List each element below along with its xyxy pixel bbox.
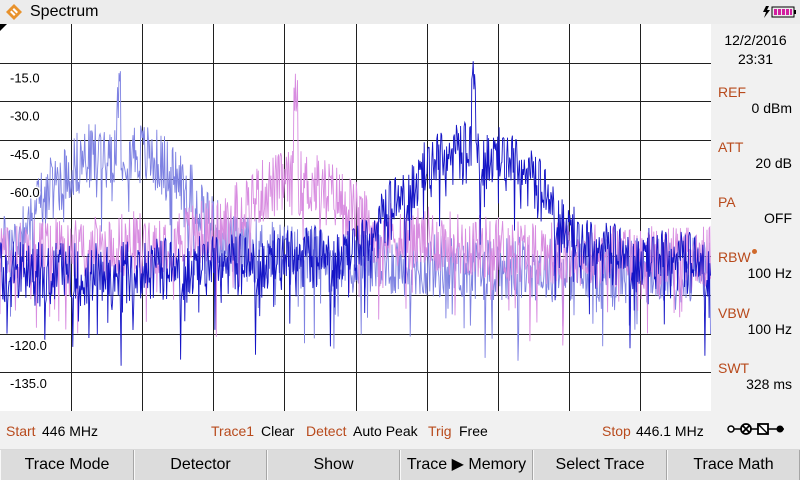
stop-value[interactable]: 446.1 MHz: [636, 423, 704, 439]
softkey-trace-memory[interactable]: Trace ▶ Memory: [400, 450, 533, 480]
ref-value[interactable]: 0 dBm: [752, 100, 792, 116]
vbw-label[interactable]: VBW: [718, 305, 750, 321]
trace-2: [0, 73, 711, 346]
time: 23:31: [737, 51, 774, 67]
rbw-value[interactable]: 100 Hz: [748, 265, 792, 281]
trig-label[interactable]: Trig: [428, 423, 452, 439]
stop-label[interactable]: Stop: [602, 423, 631, 439]
title-bar: Spectrum: [0, 0, 800, 25]
trace-3: [0, 61, 711, 366]
swt-label[interactable]: SWT: [718, 360, 749, 376]
softkey-show[interactable]: Show: [267, 450, 400, 480]
softkey-trace-mode[interactable]: Trace Mode: [0, 450, 134, 480]
vbw-value[interactable]: 100 Hz: [748, 321, 792, 337]
battery-charging-icon: [763, 6, 796, 18]
swt-value[interactable]: 328 ms: [746, 376, 792, 392]
y-tick-label: -15.0: [10, 71, 40, 86]
status-bar: Start 446 MHz Trace1 Clear Detect Auto P…: [0, 411, 800, 449]
rbw-uncoupled-indicator-icon: [752, 249, 757, 254]
trace-value[interactable]: Clear: [261, 423, 294, 439]
start-label[interactable]: Start: [6, 423, 36, 439]
ref-marker-icon: [0, 24, 7, 31]
spectrum-chart: -15.0 -30.0 -45.0 -60.0 -120.0 -135.0: [0, 24, 711, 411]
rs-diamond-logo-icon: [6, 4, 22, 20]
detect-label[interactable]: Detect: [306, 423, 346, 439]
rbw-label[interactable]: RBW: [718, 249, 751, 265]
pa-value[interactable]: OFF: [764, 210, 792, 226]
date: 12/2/2016: [724, 32, 787, 48]
y-tick-label: -30.0: [10, 109, 40, 124]
app-title: Spectrum: [30, 3, 99, 20]
softkey-select-trace[interactable]: Select Trace: [533, 450, 667, 480]
att-label[interactable]: ATT: [718, 139, 743, 155]
trace-1: [0, 71, 711, 361]
y-tick-label: -45.0: [10, 147, 40, 162]
settings-panel: 12/2/2016 23:31 REF 0 dBm ATT 20 dB PA O…: [711, 24, 800, 411]
spectrum-plot[interactable]: -15.0 -30.0 -45.0 -60.0 -120.0 -135.0: [0, 24, 711, 411]
connection-status-icon: [727, 423, 784, 435]
softkey-detector[interactable]: Detector: [134, 450, 267, 480]
softkey-trace-math[interactable]: Trace Math: [667, 450, 800, 480]
att-value[interactable]: 20 dB: [755, 155, 792, 171]
trig-value[interactable]: Free: [459, 423, 488, 439]
ref-label[interactable]: REF: [718, 84, 746, 100]
pa-label[interactable]: PA: [718, 194, 736, 210]
y-tick-label: -120.0: [10, 338, 47, 353]
start-value[interactable]: 446 MHz: [42, 423, 98, 439]
y-tick-label: -60.0: [10, 185, 40, 200]
softkey-bar: Trace Mode Detector Show Trace ▶ Memory …: [0, 450, 800, 480]
y-tick-label: -135.0: [10, 376, 47, 391]
trace-label[interactable]: Trace1: [211, 423, 254, 439]
detect-value[interactable]: Auto Peak: [353, 423, 418, 439]
